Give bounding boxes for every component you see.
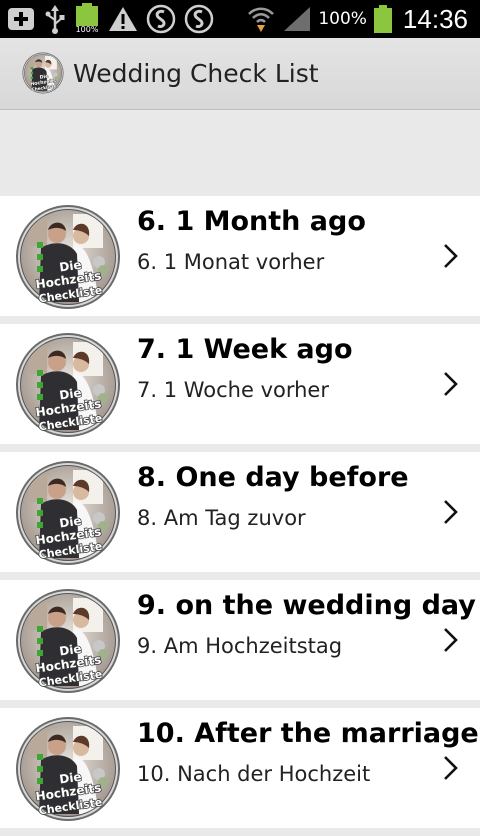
signal-icon (284, 7, 311, 31)
list-item-title: 9. on the wedding day (137, 590, 476, 621)
app-logo-icon[interactable] (22, 52, 64, 94)
wedding-checklist-thumbnail-icon (15, 716, 121, 822)
chevron-right-icon (444, 372, 458, 396)
clock: 14:36 (402, 3, 468, 34)
chevron-right-icon (444, 756, 458, 780)
app-bar: Wedding Check List (0, 38, 480, 110)
list-item-title: 7. 1 Week ago (137, 334, 353, 365)
list-item-subtitle: 8. Am Tag zuvor (137, 506, 306, 530)
warning-icon (109, 7, 137, 31)
list-item-subtitle: 9. Am Hochzeitstag (137, 634, 343, 658)
list-item[interactable]: 7. 1 Week ago 7. 1 Woche vorher (0, 324, 480, 444)
add-icon (8, 8, 34, 30)
chevron-right-icon (444, 244, 458, 268)
shazam-icon (146, 4, 176, 34)
shazam-icon (184, 4, 214, 34)
wifi-icon (248, 7, 275, 32)
status-bar-right: 100% 14:36 (246, 3, 468, 35)
wedding-checklist-thumbnail-icon (15, 332, 121, 438)
wedding-checklist-thumbnail-icon (15, 204, 121, 310)
battery-small-icon (76, 3, 98, 26)
status-bar-left: 100% (6, 3, 214, 35)
list-item-title: 10. After the marriage (137, 718, 479, 749)
list-item[interactable]: 9. on the wedding day 9. Am Hochzeitstag (0, 580, 480, 700)
list-item[interactable]: 8. One day before 8. Am Tag zuvor (0, 452, 480, 572)
wedding-checklist-thumbnail-icon (15, 588, 121, 694)
list-item-title: 8. One day before (137, 462, 409, 493)
battery-icon (373, 5, 392, 33)
list-item[interactable]: 6. 1 Month ago 6. 1 Monat vorher (0, 196, 480, 316)
list-item-title: 6. 1 Month ago (137, 206, 366, 237)
battery-small-indicator: 100% (74, 3, 100, 35)
checklist-list: 6. 1 Month ago 6. 1 Monat vorher 7. 1 We… (0, 196, 480, 836)
list-item-subtitle: 10. Nach der Hochzeit (137, 762, 371, 786)
chevron-right-icon (444, 500, 458, 524)
usb-icon (45, 5, 65, 34)
app-title: Wedding Check List (73, 59, 319, 88)
battery-percent: 100% (318, 9, 367, 29)
list-item-subtitle: 6. 1 Monat vorher (137, 250, 325, 274)
chevron-right-icon (444, 628, 458, 652)
list-item[interactable]: 10. After the marriage 10. Nach der Hoch… (0, 708, 480, 828)
small-battery-label: 100% (75, 25, 99, 34)
status-bar: 100% 100% 14:36 (0, 0, 480, 38)
wedding-checklist-thumbnail-icon (15, 460, 121, 566)
list-item-subtitle: 7. 1 Woche vorher (137, 378, 329, 402)
